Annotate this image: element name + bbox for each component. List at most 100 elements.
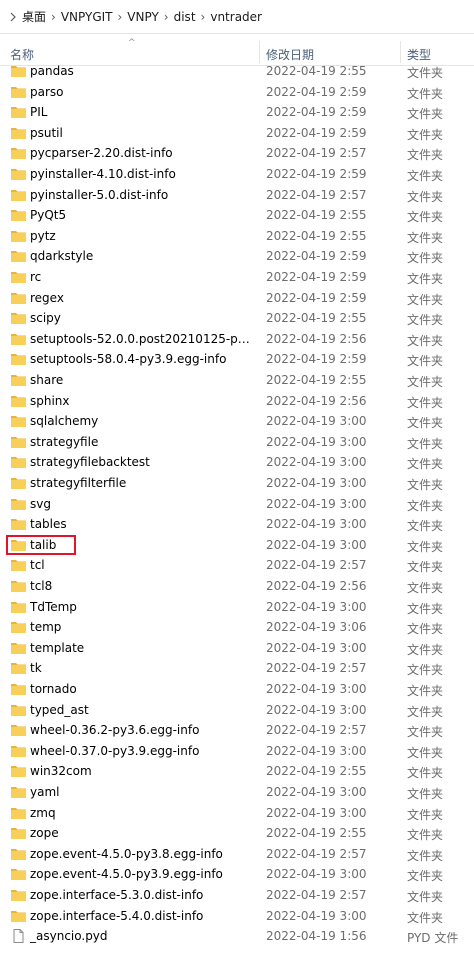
file-type: 文件夹 [407, 272, 444, 286]
file-row[interactable]: strategyfile 2022-04-19 3:00 文件夹 [0, 432, 474, 453]
file-row[interactable]: yaml 2022-04-19 3:00 文件夹 [0, 782, 474, 803]
file-type: 文件夹 [407, 169, 444, 183]
file-row[interactable]: tcl8 2022-04-19 2:56 文件夹 [0, 576, 474, 597]
file-row[interactable]: pycparser-2.20.dist-info 2022-04-19 2:57 文… [0, 143, 474, 164]
file-row[interactable]: parso 2022-04-19 2:59 文件夹 [0, 82, 474, 103]
breadcrumb-vntrader[interactable]: vntrader [210, 10, 262, 24]
file-name: tcl8 [30, 579, 53, 593]
breadcrumb-vnpygit[interactable]: VNPYGIT [61, 10, 113, 24]
file-row[interactable]: setuptools-52.0.0.post20210125-py3.... 20… [0, 329, 474, 350]
column-divider[interactable] [400, 41, 401, 63]
file-type: 文件夹 [407, 601, 444, 616]
file-type: 文件夹 [407, 230, 444, 245]
file-name: tornado [30, 682, 77, 696]
folder-icon [11, 313, 26, 325]
folder-icon [11, 66, 26, 77]
file-row[interactable]: regex 2022-04-19 2:59 文件夹 [0, 288, 474, 309]
file-type: 文件夹 [407, 869, 444, 884]
folder-icon [11, 375, 26, 386]
file-name: svg [30, 496, 51, 511]
file-date: 2022-04-19 3:06 [266, 620, 367, 635]
file-date: 2022-04-19 2:59 [266, 270, 367, 284]
file-name: TdTemp [30, 599, 77, 614]
file-type: 文件夹 [407, 519, 444, 534]
file-name: scipy [30, 311, 61, 326]
column-divider[interactable] [259, 41, 260, 63]
file-type: 文件夹 [407, 210, 444, 225]
file-row[interactable]: zope.interface-5.3.0.dist-info 2022-04-19… [0, 885, 474, 906]
file-type: 文件夹 [407, 395, 444, 410]
file-type: 文件夹 [407, 457, 444, 472]
file-type: 文件夹 [407, 292, 444, 307]
folder-icon [11, 745, 26, 757]
folder-icon [11, 725, 26, 737]
folder-icon [11, 581, 26, 592]
file-row[interactable]: zope 2022-04-19 2:55 文件夹 [0, 823, 474, 844]
file-row[interactable]: TdTemp 2022-04-19 3:00 文件夹 [0, 597, 474, 618]
folder-icon [11, 560, 26, 572]
file-row[interactable]: strategyfilebacktest 2022-04-19 3:00 文件夹 [0, 452, 474, 473]
folder-icon [11, 210, 26, 222]
file-date: 2022-04-19 2:59 [266, 167, 367, 181]
file-type: 文件夹 [407, 416, 444, 431]
file-name: wheel-0.37.0-py3.9.egg-info [30, 743, 200, 758]
folder-icon [11, 910, 26, 922]
breadcrumb-desktop[interactable]: 桌面 [22, 8, 46, 25]
file-row[interactable]: wheel-0.37.0-py3.9.egg-info 2022-04-19 3:… [0, 741, 474, 762]
file-row[interactable]: pytz 2022-04-19 2:55 文件夹 [0, 226, 474, 247]
file-row[interactable]: PyQt5 2022-04-19 2:55 文件夹 [0, 205, 474, 226]
file-name: strategyfile [30, 434, 99, 449]
file-row[interactable]: tk 2022-04-19 2:57 文件夹 [0, 658, 474, 679]
file-row[interactable]: temp 2022-04-19 3:06 文件夹 [0, 617, 474, 638]
file-row[interactable]: win32com 2022-04-19 2:55 文件夹 [0, 761, 474, 782]
file-row[interactable]: typed_ast 2022-04-19 3:00 文件夹 [0, 700, 474, 721]
chevron-right-icon: › [117, 9, 123, 24]
file-type: 文件夹 [407, 890, 444, 904]
file-name: zmq [30, 805, 56, 820]
breadcrumb-vnpy[interactable]: VNPY [127, 10, 159, 24]
file-row[interactable]: strategyfilterfile 2022-04-19 3:00 文件夹 [0, 473, 474, 494]
chevron-right-icon[interactable] [8, 12, 18, 22]
file-type: 文件夹 [407, 642, 444, 657]
file-row[interactable]: sqlalchemy 2022-04-19 3:00 文件夹 [0, 411, 474, 432]
file-row[interactable]: pyinstaller-4.10.dist-info 2022-04-19 2:5… [0, 164, 474, 185]
file-row[interactable]: zmq 2022-04-19 3:00 文件夹 [0, 803, 474, 824]
file-date: 2022-04-19 2:57 [266, 888, 367, 902]
file-type: 文件夹 [407, 704, 444, 719]
file-row[interactable]: rc 2022-04-19 2:59 文件夹 [0, 267, 474, 288]
file-name: setuptools-52.0.0.post20210125-py3.... [30, 331, 255, 346]
file-row[interactable]: wheel-0.36.2-py3.6.egg-info 2022-04-19 2:… [0, 720, 474, 741]
file-row[interactable]: template 2022-04-19 3:00 文件夹 [0, 638, 474, 659]
file-name: yaml [30, 785, 60, 799]
address-bar[interactable]: 桌面 › VNPYGIT › VNPY › dist › vntrader [0, 0, 474, 34]
file-row[interactable]: tables 2022-04-19 3:00 文件夹 [0, 514, 474, 535]
file-row[interactable]: tornado 2022-04-19 3:00 文件夹 [0, 679, 474, 700]
file-row[interactable]: share 2022-04-19 2:55 文件夹 [0, 370, 474, 391]
file-name: tcl [30, 558, 45, 573]
file-type: 文件夹 [407, 663, 444, 678]
file-name: qdarkstyle [30, 249, 94, 264]
file-row[interactable]: zope.event-4.5.0-py3.9.egg-info 2022-04-1… [0, 864, 474, 885]
file-name: zope.event-4.5.0-py3.8.egg-info [30, 846, 223, 861]
chevron-right-icon: › [200, 9, 206, 24]
file-row[interactable]: pandas 2022-04-19 2:55 文件夹 [0, 61, 474, 82]
file-row[interactable]: tcl 2022-04-19 2:57 文件夹 [0, 555, 474, 576]
file-row[interactable]: pyinstaller-5.0.dist-info 2022-04-19 2:57… [0, 185, 474, 206]
file-row[interactable]: qdarkstyle 2022-04-19 2:59 文件夹 [0, 246, 474, 267]
file-name: pyinstaller-4.10.dist-info [30, 167, 176, 181]
file-name: setuptools-58.0.4-py3.9.egg-info [30, 352, 227, 367]
file-row[interactable]: _asyncio.pyd 2022-04-19 1:56 PYD 文件 [0, 926, 474, 947]
file-row[interactable]: zope.event-4.5.0-py3.8.egg-info 2022-04-1… [0, 844, 474, 865]
folder-icon [11, 807, 26, 819]
folder-icon [11, 416, 26, 428]
file-row[interactable]: setuptools-58.0.4-py3.9.egg-info 2022-04-… [0, 349, 474, 370]
file-row[interactable]: scipy 2022-04-19 2:55 文件夹 [0, 308, 474, 329]
file-row[interactable]: zope.interface-5.4.0.dist-info 2022-04-19… [0, 906, 474, 927]
file-name: rc [30, 270, 42, 284]
breadcrumb-dist[interactable]: dist [174, 10, 196, 24]
file-row[interactable]: svg 2022-04-19 3:00 文件夹 [0, 494, 474, 515]
folder-icon [11, 395, 26, 407]
file-row[interactable]: sphinx 2022-04-19 2:56 文件夹 [0, 391, 474, 412]
file-row[interactable]: PIL 2022-04-19 2:59 文件夹 [0, 102, 474, 123]
file-row[interactable]: psutil 2022-04-19 2:59 文件夹 [0, 123, 474, 144]
